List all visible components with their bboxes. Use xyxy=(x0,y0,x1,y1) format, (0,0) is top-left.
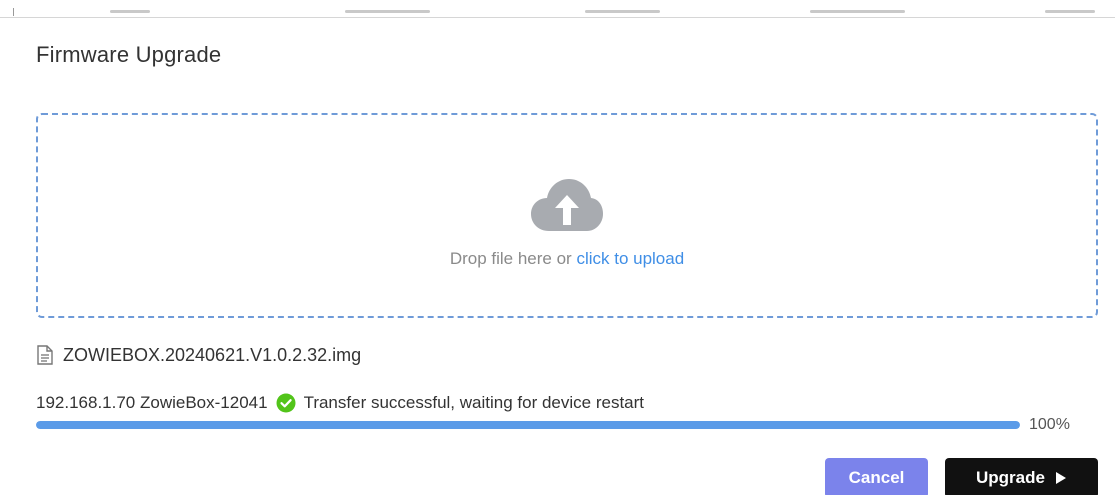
file-name: ZOWIEBOX.20240621.V1.0.2.32.img xyxy=(63,344,362,365)
play-arrow-icon xyxy=(1055,472,1066,484)
cloud-upload-icon xyxy=(531,179,603,231)
background-smudge xyxy=(1045,10,1095,13)
upgrade-button-label: Upgrade xyxy=(976,468,1045,487)
check-circle-icon xyxy=(276,393,296,413)
cancel-button-label: Cancel xyxy=(848,468,905,487)
selected-file: ZOWIEBOX.20240621.V1.0.2.32.img xyxy=(36,344,361,366)
background-tick xyxy=(13,8,14,16)
progress-bar xyxy=(36,421,1020,429)
click-to-upload-link[interactable]: click to upload xyxy=(576,249,684,268)
progress-bar-fill xyxy=(36,421,1020,429)
dropzone-text: Drop file here or click to upload xyxy=(38,249,1096,269)
device-identifier: 192.168.1.70 ZowieBox-12041 xyxy=(36,393,268,412)
background-smudge xyxy=(110,10,150,13)
upgrade-status: 192.168.1.70 ZowieBox-12041 Transfer suc… xyxy=(36,392,644,414)
progress-percent: 100% xyxy=(1029,416,1070,433)
cancel-button[interactable]: Cancel xyxy=(825,458,928,495)
dialog-title: Firmware Upgrade xyxy=(36,42,222,67)
upgrade-button[interactable]: Upgrade xyxy=(945,458,1098,495)
background-smudge xyxy=(585,10,660,13)
dropzone-hint: Drop file here or xyxy=(449,249,577,268)
file-dropzone[interactable]: Drop file here or click to upload xyxy=(36,113,1098,318)
file-document-icon xyxy=(37,345,53,365)
background-smudge xyxy=(345,10,430,13)
status-message: Transfer successful, waiting for device … xyxy=(303,393,645,412)
background-content-strip xyxy=(0,0,1115,18)
firmware-upgrade-page: Firmware Upgrade Drop file here or click… xyxy=(0,0,1115,495)
background-smudge xyxy=(810,10,905,13)
